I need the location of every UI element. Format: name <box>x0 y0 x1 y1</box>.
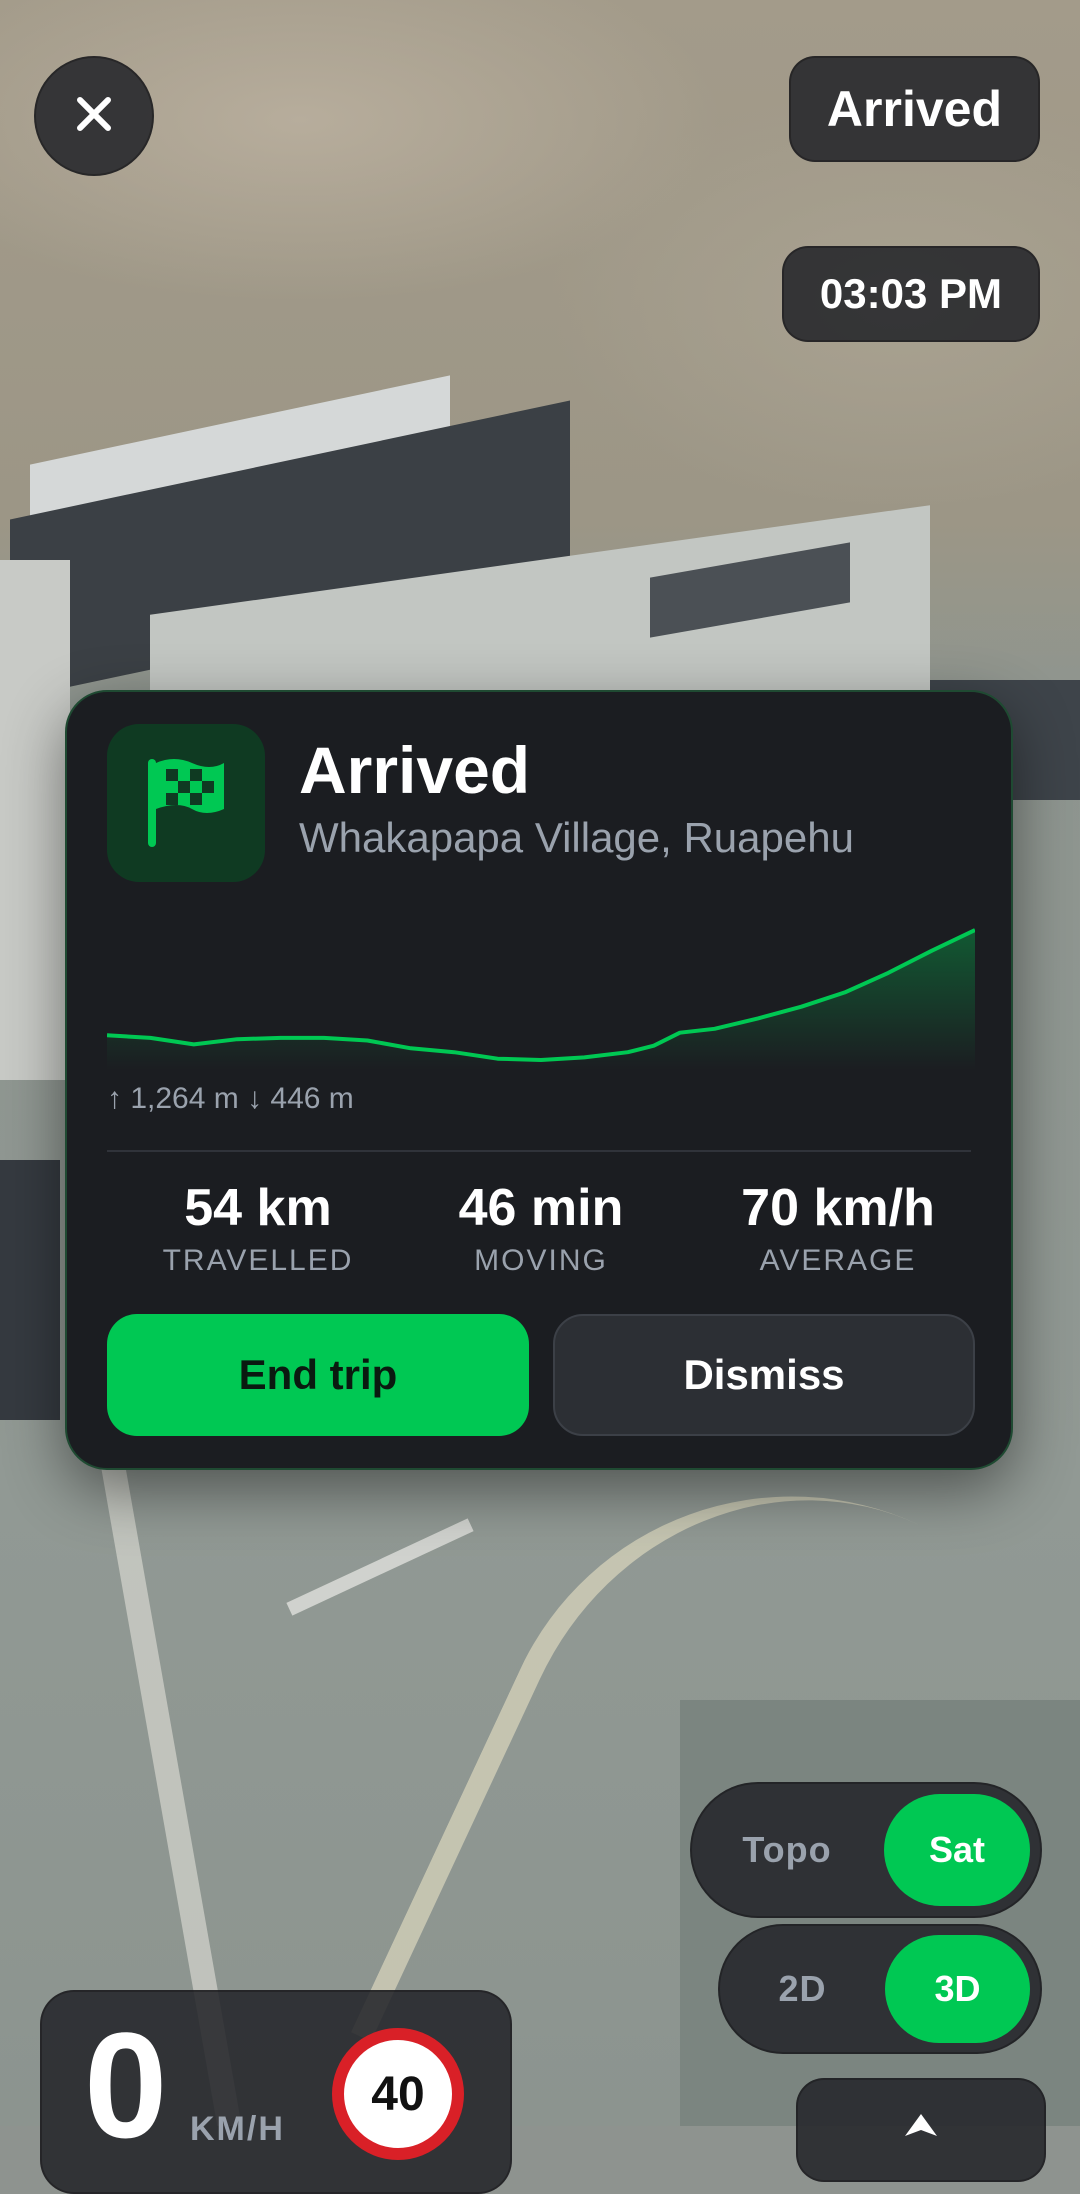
arrival-card: Arrived Whakapapa Village, Ruapehu ↑ 1,2… <box>65 690 1013 1470</box>
navigation-arrow-icon <box>901 2110 941 2180</box>
status-badge: Arrived <box>788 56 1040 162</box>
elevation-area <box>107 930 975 1070</box>
map-view-option-2d[interactable]: 2D <box>720 1968 885 2010</box>
current-speed: 0 <box>84 2001 168 2169</box>
map-building <box>0 1160 60 1420</box>
checkered-flag-icon <box>144 753 228 854</box>
flag-icon-box <box>107 724 265 882</box>
close-button[interactable] <box>34 56 154 176</box>
map-view-toggle: 2D 3D <box>718 1924 1042 2054</box>
map-style-toggle: Topo Sat <box>690 1782 1042 1918</box>
dismiss-button[interactable]: Dismiss <box>553 1314 975 1436</box>
map-view-option-3d[interactable]: 3D <box>884 1935 1030 2043</box>
recenter-button[interactable] <box>796 2078 1046 2182</box>
stat-label: MOVING <box>474 1244 608 1277</box>
stat-moving-time: 46 min MOVING <box>391 1178 691 1278</box>
stat-label: AVERAGE <box>759 1244 917 1277</box>
speed-unit: KM/H <box>190 2110 285 2148</box>
end-trip-button[interactable]: End trip <box>107 1314 529 1436</box>
stat-average-speed: 70 km/h AVERAGE <box>688 1178 988 1278</box>
map-road-marking <box>286 1518 474 1616</box>
stat-value: 46 min <box>458 1179 624 1237</box>
stat-label: TRAVELLED <box>162 1244 354 1277</box>
stat-value: 54 km <box>184 1179 332 1237</box>
map-style-option-topo[interactable]: Topo <box>692 1829 882 1871</box>
time-badge: 03:03 PM <box>781 246 1040 342</box>
map-style-option-sat[interactable]: Sat <box>884 1794 1030 1906</box>
close-icon <box>74 94 114 139</box>
elevation-profile-chart <box>107 928 975 1070</box>
speed-limit-sign: 40 <box>332 2028 464 2160</box>
stat-value: 70 km/h <box>741 1179 935 1237</box>
stat-distance: 54 km TRAVELLED <box>108 1178 408 1278</box>
elevation-summary: ↑ 1,264 m ↓ 446 m <box>107 1082 354 1115</box>
arrival-title: Arrived <box>299 733 531 807</box>
speedometer-panel: 0 KM/H 40 <box>40 1990 512 2194</box>
divider <box>107 1150 971 1152</box>
map-building <box>0 560 70 1080</box>
arrival-location: Whakapapa Village, Ruapehu <box>299 814 854 861</box>
